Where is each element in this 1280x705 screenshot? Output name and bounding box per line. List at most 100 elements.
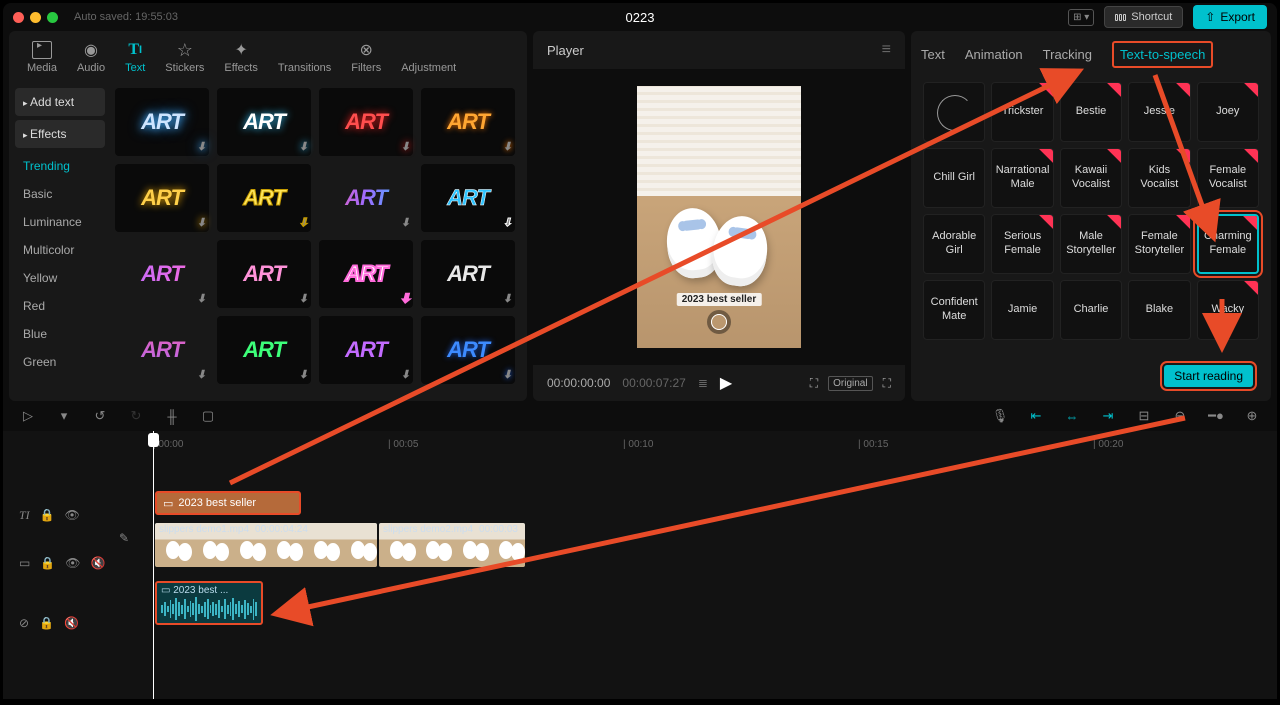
preview-caption[interactable]: 2023 best seller — [677, 293, 762, 306]
download-icon[interactable]: ⬇ — [197, 140, 205, 153]
tooltab-effects[interactable]: Effects — [214, 37, 267, 80]
player-canvas[interactable]: 2023 best seller — [533, 69, 905, 365]
download-icon[interactable]: ⬇ — [197, 216, 205, 229]
fullscreen-icon[interactable]: ⛶ — [883, 376, 891, 391]
ratio-button[interactable]: Original — [828, 376, 872, 391]
nav-cat-multicolor[interactable]: Multicolor — [15, 236, 105, 264]
align-center-icon[interactable]: ⇔ — [1061, 407, 1083, 425]
video-clip-1[interactable]: slippers demo1.mp400:00:04:24 — [155, 523, 377, 567]
text-style-asset[interactable]: ART⬇ — [217, 88, 311, 156]
download-icon[interactable]: ⬇ — [503, 368, 511, 381]
start-reading-button[interactable]: Start reading — [1164, 365, 1253, 387]
download-icon[interactable]: ⬇ — [401, 216, 409, 229]
mute-icon[interactable]: 🔇 — [91, 556, 106, 570]
inspector-tab-tracking[interactable]: Tracking — [1043, 47, 1092, 62]
player-menu-icon[interactable]: ≡ — [882, 41, 891, 59]
redo-icon[interactable]: ↻ — [125, 407, 147, 425]
nav-effects[interactable]: Effects — [15, 120, 105, 148]
text-style-asset[interactable]: ART⬇ — [319, 316, 413, 384]
text-style-asset[interactable]: ART⬇ — [421, 88, 515, 156]
nav-cat-green[interactable]: Green — [15, 348, 105, 376]
tooltab-filters[interactable]: Filters — [341, 37, 391, 80]
align-right-icon[interactable]: ⇥ — [1097, 407, 1119, 425]
voice-option[interactable]: Jessie — [1128, 82, 1190, 142]
voice-option[interactable]: Bestie — [1060, 82, 1122, 142]
nav-cat-trending[interactable]: Trending — [15, 152, 105, 180]
voice-option[interactable]: Kawaii Vocalist — [1060, 148, 1122, 208]
pointer-tool-icon[interactable]: ▷ — [17, 407, 39, 425]
pen-icon[interactable]: ✎ — [119, 531, 129, 545]
align-left-icon[interactable]: ⇤ — [1025, 407, 1047, 425]
voice-option[interactable]: Female Storyteller — [1128, 214, 1190, 274]
text-style-asset[interactable]: ART⬇ — [115, 164, 209, 232]
split-icon[interactable]: ╫ — [161, 407, 183, 425]
voice-option[interactable]: Serious Female — [991, 214, 1053, 274]
tooltab-transitions[interactable]: Transitions — [268, 37, 341, 80]
voice-option[interactable]: Jamie — [991, 280, 1053, 340]
nav-cat-blue[interactable]: Blue — [15, 320, 105, 348]
list-icon[interactable]: ≣ — [698, 376, 708, 390]
window-close[interactable] — [13, 12, 24, 23]
chevron-down-icon[interactable]: ▾ — [53, 407, 75, 425]
download-icon[interactable]: ⬇ — [503, 292, 511, 305]
undo-icon[interactable]: ↺ — [89, 407, 111, 425]
lock-icon[interactable]: 🔒 — [39, 616, 54, 630]
lock-icon[interactable]: 🔒 — [40, 556, 55, 570]
voice-option[interactable]: Kids Vocalist — [1128, 148, 1190, 208]
voice-option[interactable]: Chill Girl — [923, 148, 985, 208]
video-track[interactable]: slippers demo1.mp400:00:04:24 slippers d… — [155, 523, 525, 567]
nav-cat-basic[interactable]: Basic — [15, 180, 105, 208]
nav-add-text[interactable]: Add text — [15, 88, 105, 116]
mic-icon[interactable]: 🎙 — [989, 407, 1011, 425]
voice-option[interactable]: Male Storyteller — [1060, 214, 1122, 274]
lock-icon[interactable]: 🔒 — [40, 508, 55, 522]
download-icon[interactable]: ⬇ — [197, 368, 205, 381]
playhead[interactable] — [153, 431, 154, 699]
tooltab-audio[interactable]: Audio — [67, 37, 115, 80]
voice-option[interactable]: Trickster — [991, 82, 1053, 142]
play-button[interactable]: ▶ — [720, 373, 732, 393]
voice-option[interactable]: Wacky — [1197, 280, 1259, 340]
download-icon[interactable]: ⬇ — [503, 216, 511, 229]
tooltab-media[interactable]: Media — [17, 37, 67, 80]
text-style-asset[interactable]: ART⬇ — [217, 240, 311, 308]
text-style-asset[interactable]: ART⬇ — [421, 164, 515, 232]
timeline-ruler[interactable]: | 00:00| 00:05| 00:10| 00:15| 00:20 — [113, 431, 1277, 459]
text-style-asset[interactable]: ART⬇ — [319, 164, 413, 232]
inspector-tab-text[interactable]: Text — [921, 47, 945, 62]
text-clip[interactable]: ▭2023 best seller — [155, 491, 301, 515]
video-clip-2[interactable]: slippers demo2.mp400:00:03 — [379, 523, 525, 567]
zoom-in-icon[interactable]: ⊕ — [1241, 407, 1263, 425]
voice-option[interactable]: Blake — [1128, 280, 1190, 340]
shortcut-button[interactable]: Shortcut — [1104, 6, 1183, 28]
window-zoom[interactable] — [47, 12, 58, 23]
text-style-asset[interactable]: ART⬇ — [319, 88, 413, 156]
text-style-asset[interactable]: ART⬇ — [115, 316, 209, 384]
mute-icon[interactable]: 🔇 — [64, 616, 79, 630]
download-icon[interactable]: ⬇ — [299, 292, 307, 305]
inspector-tab-animation[interactable]: Animation — [965, 47, 1023, 62]
download-icon[interactable]: ⬇ — [299, 216, 307, 229]
nav-cat-red[interactable]: Red — [15, 292, 105, 320]
voice-option[interactable]: Charming Female — [1197, 214, 1259, 274]
crop-icon[interactable]: ⛶ — [810, 376, 818, 391]
text-style-asset[interactable]: ART⬇ — [217, 164, 311, 232]
audio-clip[interactable]: ▭ 2023 best ... — [155, 581, 263, 625]
download-icon[interactable]: ⬇ — [197, 292, 205, 305]
text-style-asset[interactable]: ART⬇ — [217, 316, 311, 384]
export-button[interactable]: ⇧Export — [1193, 5, 1267, 29]
tooltab-stickers[interactable]: Stickers — [155, 37, 214, 80]
cut-icon[interactable]: ⊟ — [1133, 407, 1155, 425]
voice-option[interactable]: Adorable Girl — [923, 214, 985, 274]
zoom-out-icon[interactable]: ⊖ — [1169, 407, 1191, 425]
download-icon[interactable]: ⬇ — [503, 140, 511, 153]
text-style-asset[interactable]: ART⬇ — [115, 88, 209, 156]
voice-option[interactable]: Confident Mate — [923, 280, 985, 340]
download-icon[interactable]: ⬇ — [299, 368, 307, 381]
eye-icon[interactable]: 👁 — [65, 508, 80, 522]
inspector-tab-texttospeech[interactable]: Text-to-speech — [1112, 41, 1213, 68]
tooltab-adjustment[interactable]: Adjustment — [391, 37, 466, 80]
nav-cat-luminance[interactable]: Luminance — [15, 208, 105, 236]
voice-option[interactable]: Charlie — [1060, 280, 1122, 340]
text-style-asset[interactable]: ART⬇ — [319, 240, 413, 308]
